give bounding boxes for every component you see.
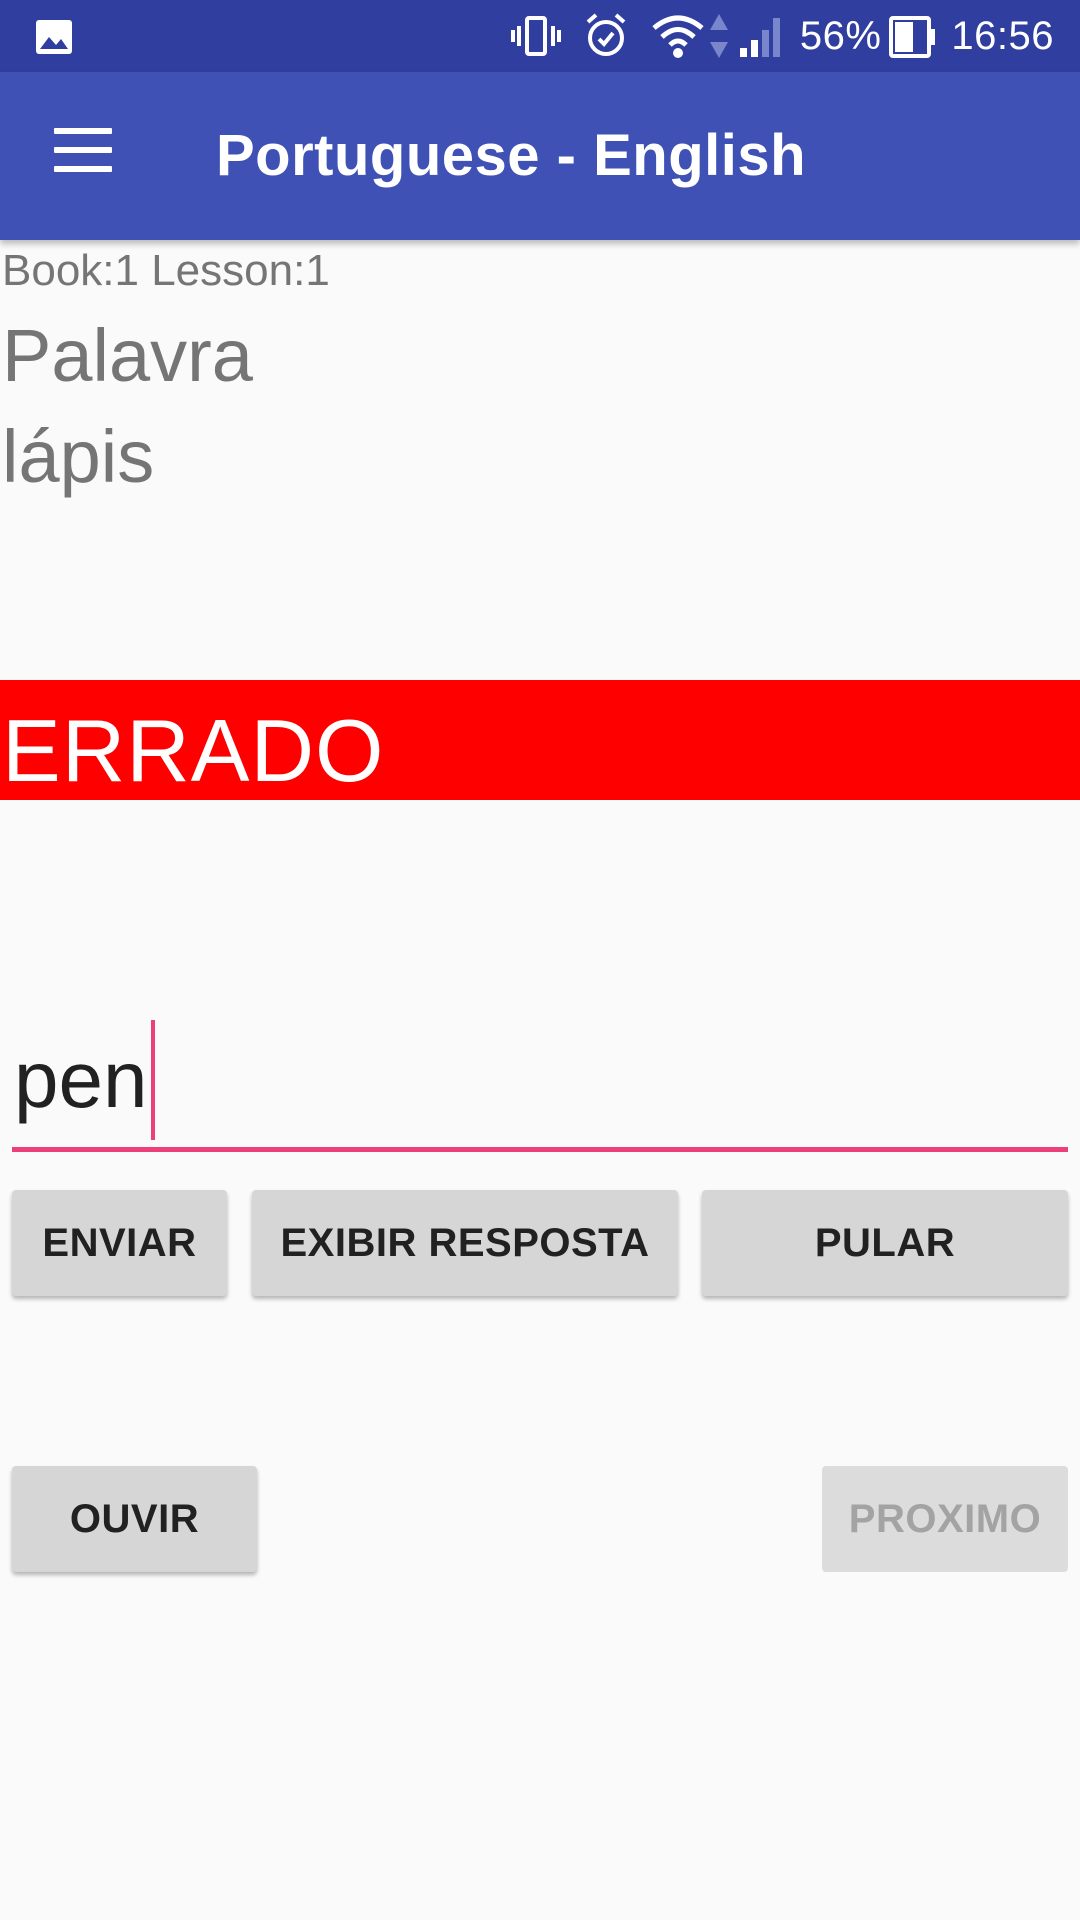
word-label: Palavra bbox=[2, 314, 253, 397]
signal-icon bbox=[738, 10, 786, 62]
answer-input-text[interactable]: pen bbox=[12, 1010, 156, 1150]
wifi-icon bbox=[650, 10, 706, 62]
gallery-icon bbox=[34, 17, 74, 57]
status-bar: 56% 16:56 bbox=[0, 0, 1080, 72]
answer-value[interactable]: pen bbox=[14, 1010, 147, 1150]
app-bar: Portuguese - English bbox=[0, 72, 1080, 240]
battery-icon bbox=[889, 10, 937, 62]
next-button[interactable]: PROXIMO bbox=[822, 1466, 1068, 1572]
text-cursor bbox=[151, 1020, 156, 1140]
listen-button[interactable]: OUVIR bbox=[12, 1466, 257, 1572]
alarm-icon bbox=[580, 10, 632, 62]
battery-percent: 56% bbox=[799, 13, 882, 58]
hamburger-menu-icon[interactable] bbox=[54, 128, 112, 172]
answer-input[interactable]: pen bbox=[12, 1010, 1068, 1152]
send-button[interactable]: ENVIAR bbox=[12, 1190, 227, 1296]
result-banner: ERRADO bbox=[0, 680, 1080, 800]
word-value: lápis bbox=[2, 415, 155, 498]
skip-button[interactable]: PULAR bbox=[702, 1190, 1068, 1296]
book-lesson-info: Book:1 Lesson:1 bbox=[2, 246, 330, 295]
data-arrows-icon bbox=[708, 10, 730, 62]
app-title: Portuguese - English bbox=[216, 123, 807, 188]
clock: 16:56 bbox=[951, 13, 1054, 58]
vibrate-icon bbox=[510, 10, 562, 62]
show-answer-button[interactable]: EXIBIR RESPOSTA bbox=[252, 1190, 678, 1296]
result-text: ERRADO bbox=[2, 701, 385, 800]
input-underline bbox=[12, 1147, 1068, 1152]
